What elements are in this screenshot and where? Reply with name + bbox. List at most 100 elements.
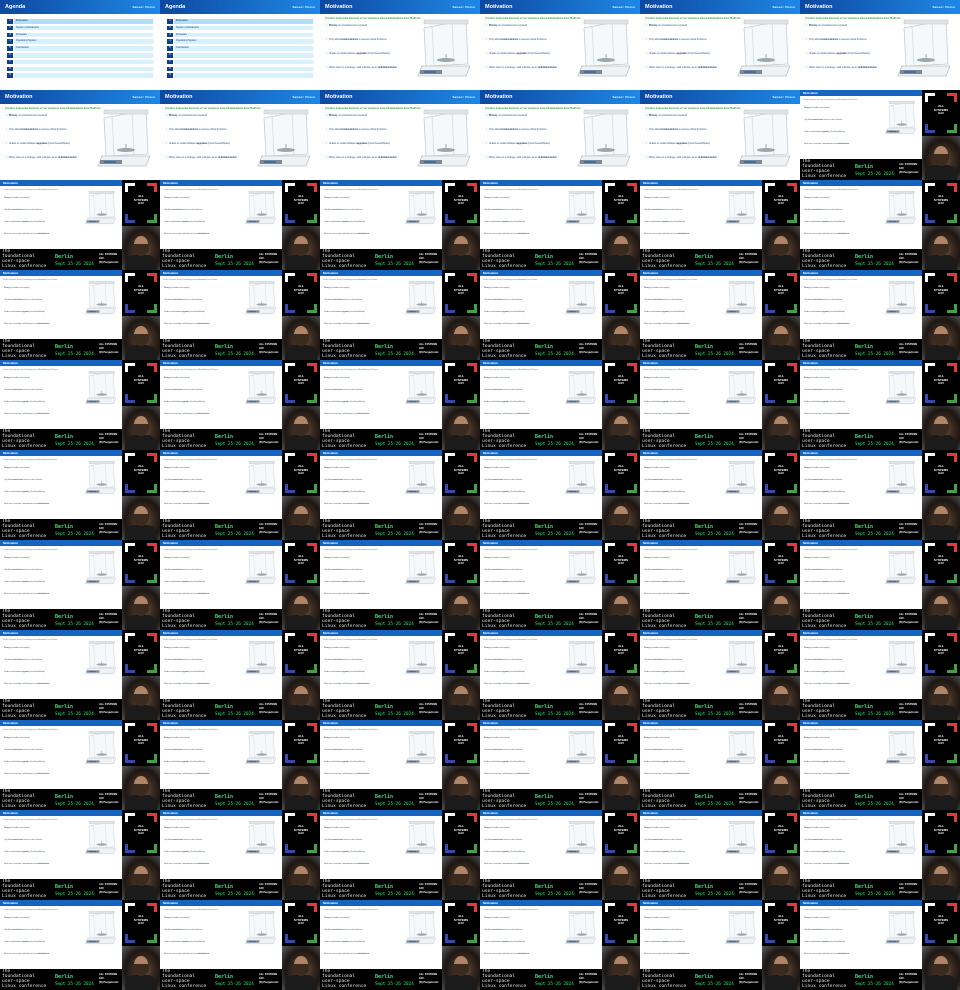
lab-balance-icon bbox=[565, 911, 597, 945]
bullet-pre: When users in exchange / add software as… bbox=[804, 144, 837, 145]
inset-slide-subtitle: Comfort Grayscale Security of our Analys… bbox=[163, 550, 218, 551]
inset-slide: Motivation Comfort Grayscale Security of … bbox=[320, 900, 442, 969]
inset-bullet: Unable to install software upgrades (Lin… bbox=[644, 582, 685, 583]
inset-bullet: Privacy (no cloud/account required) bbox=[324, 378, 350, 379]
bullet-bold: unlimited device bbox=[836, 504, 850, 505]
inset-slide-header: Motivation bbox=[640, 180, 762, 186]
bullet-post: (no cloud/account required) bbox=[809, 108, 830, 109]
conference-tagline: Linux conference bbox=[322, 984, 367, 989]
slide-header: Agenda Sensor Vision bbox=[160, 0, 320, 14]
bullet-pre: When users in exchange / add software as… bbox=[644, 774, 677, 775]
bullet-post: to access critical functions bbox=[678, 128, 707, 131]
bullet-bold: unlimited device bbox=[698, 66, 717, 69]
inset-slide-subtitle: Comfort Grayscale Security of our Analys… bbox=[643, 640, 698, 641]
conference-dates: Sept 25-26 2024 bbox=[535, 262, 574, 267]
sponsor-two: (R) Pengutronix bbox=[899, 891, 919, 894]
inset-bullet: Only allow trusted devices to access cri… bbox=[324, 930, 362, 931]
conference-city: Berlin bbox=[215, 344, 234, 350]
conference-frame: Motivation Comfort Grayscale Security of … bbox=[320, 900, 480, 990]
conference-city: Berlin bbox=[215, 434, 234, 440]
conference-city: Berlin bbox=[55, 794, 74, 800]
bullet-pre: Unable to install software bbox=[164, 402, 183, 403]
bullet-post: (Linux/Jessie/Buster) bbox=[349, 942, 365, 943]
conference-dates: Sept 25-26 2024 bbox=[695, 352, 734, 357]
inset-slide: Motivation Comfort Grayscale Security of … bbox=[320, 540, 442, 609]
lab-balance-icon bbox=[565, 641, 597, 675]
bullet-bold: trusted devices bbox=[20, 128, 39, 131]
bullet-bold: unlimited device bbox=[378, 156, 397, 159]
bullet-pre: When users in exchange / add software as… bbox=[324, 504, 357, 505]
inset-slide-subtitle: Comfort Grayscale Security of our Analys… bbox=[3, 550, 58, 551]
bullet-bold: unlimited device bbox=[516, 684, 530, 685]
bullet-post: to access critical functions bbox=[503, 480, 523, 481]
inset-balance-image bbox=[882, 367, 918, 407]
inset-bullet: Only allow trusted devices to access cri… bbox=[4, 480, 42, 481]
inset-slide: Motivation Comfort Grayscale Security of … bbox=[480, 180, 602, 249]
brand-watermark: ALL SYSTEMS GO! bbox=[933, 194, 949, 206]
lab-balance-icon bbox=[417, 109, 471, 167]
inset-bullet: Unable to install software upgrades (Lin… bbox=[484, 672, 525, 673]
inset-bullet: Only allow trusted devices to access cri… bbox=[164, 750, 202, 751]
inset-slide-title: Motivation bbox=[323, 540, 338, 545]
bullet-post: (Linux/Jessie/Buster) bbox=[366, 52, 390, 55]
conference-city: Berlin bbox=[535, 974, 554, 980]
sponsor-one: ALL SYSTEMS GO! bbox=[899, 973, 918, 980]
bullet-post: to access critical functions bbox=[183, 930, 203, 931]
bullet-post: (Linux/Jessie/Buster) bbox=[829, 222, 845, 223]
speaker-camera-feed bbox=[282, 946, 320, 990]
inset-slide-subtitle: Comfort Grayscale Security of our Analys… bbox=[483, 910, 538, 911]
agenda-number: 1 bbox=[7, 19, 13, 24]
inset-slide-title: Motivation bbox=[643, 810, 658, 815]
slide-header: Motivation Sensor Vision bbox=[640, 90, 800, 104]
sponsor-logos: ALL SYSTEMS GO! (R) Pengutronix bbox=[899, 433, 921, 445]
sponsor-two: (R) Pengutronix bbox=[419, 801, 439, 804]
conference-brand: ALL SYSTEMS GO! bbox=[762, 360, 800, 406]
company-logo: Sensor Vision bbox=[132, 95, 155, 99]
inset-bullet: Only allow trusted devices to access cri… bbox=[324, 570, 362, 571]
bullet-post: (Linux/Jessie/Buster) bbox=[509, 492, 525, 493]
sponsor-two: (R) Pengutronix bbox=[739, 801, 759, 804]
sponsor-logos: ALL SYSTEMS GO! (R) Pengutronix bbox=[99, 613, 121, 625]
bullet-item: When users in exchange / add software as… bbox=[6, 156, 77, 159]
inset-bullet: When users in exchange / add software as… bbox=[484, 414, 529, 415]
inset-bullet: Unable to install software upgrades (Lin… bbox=[164, 942, 205, 943]
conference-brand: ALL SYSTEMS GO! bbox=[922, 90, 960, 136]
agenda-number: 9 bbox=[167, 73, 173, 78]
sponsor-two: (R) Pengutronix bbox=[419, 261, 439, 264]
bullet-post: (Linux/Jessie/Buster) bbox=[509, 312, 525, 313]
conference-tagline: Linux conference bbox=[482, 354, 527, 359]
lab-balance-icon bbox=[405, 281, 437, 315]
bullet-pre: When users in exchange / add software as… bbox=[804, 774, 837, 775]
inset-bullet: When users in exchange / add software as… bbox=[804, 864, 849, 865]
inset-bullet: Privacy (no cloud/account required) bbox=[164, 918, 190, 919]
inset-slide-header: Motivation bbox=[320, 720, 442, 726]
bullet-pre: Only allow bbox=[164, 480, 172, 481]
conference-city: Berlin bbox=[375, 524, 394, 530]
conference-frame: Motivation Comfort Grayscale Security of … bbox=[800, 720, 960, 810]
inset-slide-header: Motivation bbox=[480, 450, 602, 456]
inset-slide-title: Motivation bbox=[3, 450, 18, 455]
bullet-post: to access critical functions bbox=[23, 300, 43, 301]
slide-title: Agenda bbox=[5, 4, 26, 10]
conference-tagline: Linux conference bbox=[162, 354, 207, 359]
lab-balance-icon bbox=[245, 911, 277, 945]
bullet-pre: When users in exchange / add software as… bbox=[644, 504, 677, 505]
brand-watermark: ALL SYSTEMS GO! bbox=[293, 824, 309, 836]
bullet-pre: Only allow bbox=[324, 930, 332, 931]
agenda-number: 4 bbox=[7, 39, 13, 44]
conference-frame: Motivation Comfort Grayscale Security of … bbox=[160, 450, 320, 540]
conference-brand: ALL SYSTEMS GO! bbox=[122, 180, 160, 226]
conference-tagline: Linux conference bbox=[2, 354, 47, 359]
bullet-pre: Unable to install software bbox=[804, 222, 823, 223]
inset-slide-title: Motivation bbox=[163, 180, 178, 185]
bullet-post: (no cloud/account required) bbox=[489, 648, 510, 649]
bullet-bold: trusted devices bbox=[171, 570, 184, 571]
speaker-camera-feed bbox=[442, 766, 480, 810]
bullet-pre: When users in exchange / add software as… bbox=[4, 684, 37, 685]
inset-slide-title: Motivation bbox=[803, 900, 818, 905]
bullet-pre: Unable to install software bbox=[648, 142, 677, 145]
conference-brand: ALL SYSTEMS GO! bbox=[602, 180, 640, 226]
speaker-body bbox=[445, 975, 477, 990]
conference-tagline: Linux conference bbox=[322, 264, 367, 269]
inset-slide-header: Motivation bbox=[160, 630, 282, 636]
